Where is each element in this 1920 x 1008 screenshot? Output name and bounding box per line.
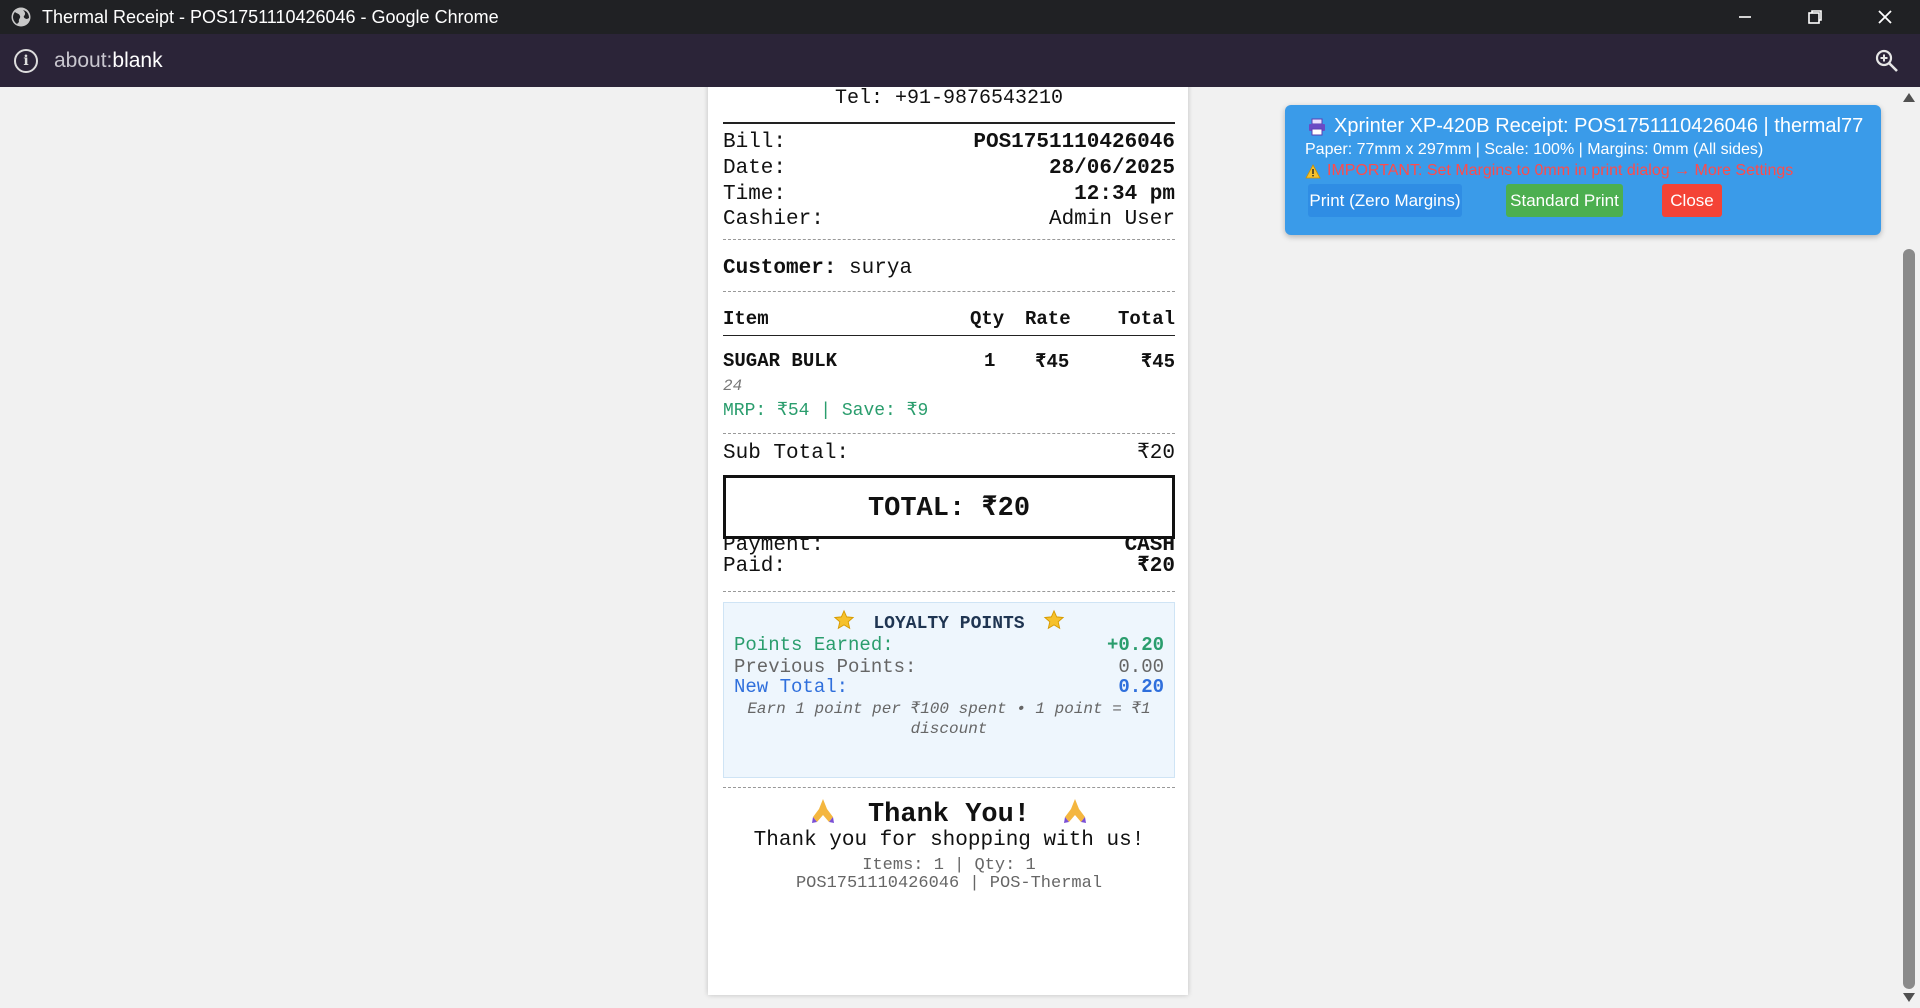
time-label: Time: (723, 183, 787, 206)
item-rate: ₹45 (1035, 351, 1070, 373)
customer-name: surya (849, 257, 913, 280)
loyalty-title: LOYALTY POINTS (873, 614, 1025, 634)
window-title: Thermal Receipt - POS1751110426046 - Goo… (42, 6, 499, 27)
header-total: Total (1117, 308, 1175, 330)
thank-you-heading: Thank You! (723, 795, 1175, 830)
paid-row: Paid: ₹20 (723, 554, 1175, 580)
pray-icon (811, 799, 834, 823)
print-panel-subtitle: Paper: 77mm x 297mm | Scale: 100% | Marg… (1305, 141, 1764, 158)
print-panel-warning: IMPORTANT: Set Margins to 0mm in print d… (1305, 162, 1793, 180)
footer-counts: Items: 1 | Qty: 1 (862, 856, 1036, 875)
window-titlebar: Thermal Receipt - POS1751110426046 - Goo… (0, 0, 1920, 34)
customer-label: Customer: (723, 257, 837, 280)
line-item: SUGAR BULK 1 ₹45 ₹45 (723, 350, 1175, 376)
header-qty: Qty (970, 308, 1005, 330)
item-name: SUGAR BULK (723, 350, 838, 372)
time-row: Time: 12:34 pm (723, 182, 1175, 208)
close-icon (1878, 10, 1892, 24)
date-row: Date: 28/06/2025 (723, 156, 1175, 182)
subtotal-row: Sub Total: ₹20 (723, 441, 1175, 467)
printer-icon (1309, 118, 1325, 135)
item-code: 24 (723, 377, 743, 395)
grand-total-box: TOTAL: ₹20 (723, 475, 1175, 539)
divider (723, 239, 1175, 240)
date-value: 28/06/2025 (1048, 157, 1175, 180)
restore-button[interactable] (1780, 0, 1850, 34)
footer-id: POS1751110426046 | POS-Thermal (795, 874, 1103, 893)
points-earned-row: Points Earned: +0.20 (734, 633, 1164, 657)
new-total-label: New Total: (734, 676, 849, 698)
thank-you-text: Thank You! (867, 800, 1031, 830)
minimize-button[interactable] (1710, 0, 1780, 34)
print-zero-margins-button[interactable]: Print (Zero Margins) (1308, 184, 1462, 217)
loyalty-note: Earn 1 point per ₹100 spent • 1 point = … (747, 700, 1151, 738)
thermal-receipt: Tel: +91-9876543210 Bill: POS17511104260… (708, 87, 1188, 995)
loyalty-title-line: LOYALTY POINTS (724, 609, 1174, 634)
page-viewport: Tel: +91-9876543210 Bill: POS17511104260… (0, 87, 1898, 1008)
item-qty: 1 (984, 350, 996, 372)
points-earned-label: Points Earned: (734, 634, 894, 656)
divider (723, 433, 1175, 434)
minimize-icon (1739, 16, 1751, 18)
cashier-label: Cashier: (723, 208, 824, 231)
close-panel-button[interactable]: Close (1662, 184, 1722, 217)
subtotal-value: ₹20 (1137, 442, 1175, 465)
divider (723, 122, 1175, 124)
paid-label: Paid: (723, 555, 787, 578)
star-icon (1044, 609, 1065, 630)
print-panel: Xprinter XP-420B Receipt: POS17511104260… (1285, 105, 1881, 235)
close-window-button[interactable] (1850, 0, 1920, 34)
points-earned-value: +0.20 (1106, 634, 1164, 656)
new-total-row: New Total: 0.20 (734, 675, 1164, 699)
date-label: Date: (723, 157, 787, 180)
print-panel-warning-text: IMPORTANT: Set Margins to 0mm in print d… (1327, 162, 1794, 179)
cashier-value: Admin User (1048, 208, 1175, 231)
zoom-icon[interactable] (1874, 48, 1900, 74)
items-header: Item Qty Rate Total (723, 308, 1175, 334)
scrollbar-thumb[interactable] (1903, 249, 1915, 989)
bill-label: Bill: (723, 131, 787, 154)
cashier-row: Cashier: Admin User (723, 207, 1175, 233)
window-controls (1710, 0, 1920, 34)
divider (723, 335, 1175, 336)
item-mrp-savings: MRP: ₹54 | Save: ₹9 (723, 401, 929, 421)
paid-value: ₹20 (1137, 555, 1175, 578)
url-path: blank (112, 48, 163, 72)
header-item: Item (723, 308, 769, 330)
store-telephone: Tel: +91-9876543210 (834, 87, 1064, 110)
scroll-down-arrow[interactable] (1903, 993, 1915, 1002)
warning-icon (1305, 163, 1321, 178)
standard-print-button[interactable]: Standard Print (1506, 184, 1623, 217)
bill-number: POS1751110426046 (973, 131, 1175, 154)
vertical-scrollbar[interactable] (1898, 87, 1920, 1008)
address-bar: i about:blank (0, 34, 1920, 87)
globe-icon (11, 7, 31, 27)
pray-icon (1064, 799, 1087, 823)
bill-row: Bill: POS1751110426046 (723, 130, 1175, 156)
url-scheme: about: (54, 48, 113, 72)
star-icon (833, 609, 854, 630)
thank-you-message: Thank you for shopping with us! (753, 829, 1145, 852)
print-panel-title-text: Xprinter XP-420B Receipt: POS17511104260… (1334, 115, 1864, 137)
divider (723, 291, 1175, 292)
divider (723, 591, 1175, 592)
item-total: ₹45 (1140, 351, 1175, 373)
scroll-up-arrow[interactable] (1903, 93, 1915, 102)
loyalty-box: LOYALTY POINTS Points Earned: +0.20 Prev… (723, 602, 1175, 778)
time-value: 12:34 pm (1074, 183, 1175, 206)
customer-line: Customer: surya (723, 257, 912, 280)
divider (723, 787, 1175, 788)
restore-icon (1808, 10, 1822, 24)
info-icon[interactable]: i (14, 48, 38, 73)
new-total-value: 0.20 (1118, 676, 1164, 698)
print-panel-title: Xprinter XP-420B Receipt: POS17511104260… (1308, 115, 1863, 138)
header-rate: Rate (1025, 308, 1071, 330)
subtotal-label: Sub Total: (723, 442, 850, 465)
url-field[interactable]: about:blank (54, 49, 163, 73)
